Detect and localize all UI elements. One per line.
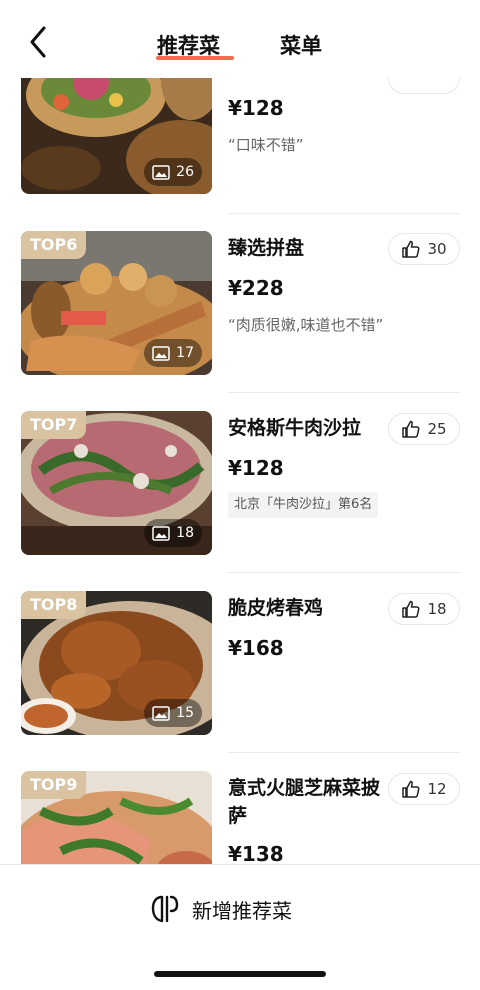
photo-count-value: 15 xyxy=(176,705,194,721)
back-arrow-icon[interactable] xyxy=(24,22,60,62)
image-icon xyxy=(152,705,170,721)
thumbs-up-icon xyxy=(402,240,420,258)
dish-item-top7[interactable]: TOP7 18 安格斯牛肉沙拉 25 ¥128 北京「牛肉沙拉」第6名 xyxy=(0,394,480,574)
image-icon xyxy=(152,164,170,180)
item-divider xyxy=(228,392,460,393)
recommend-dish-icon xyxy=(151,895,179,923)
image-icon xyxy=(152,345,170,361)
photo-count-value: 17 xyxy=(176,345,194,361)
item-divider xyxy=(228,572,460,573)
top-nav-bar: 推荐菜 菜单 xyxy=(0,0,480,78)
photo-count-value: 26 xyxy=(176,164,194,180)
photo-count-value: 18 xyxy=(176,525,194,541)
like-count: 18 xyxy=(427,600,447,618)
dish-item-top6[interactable]: TOP6 17 臻选拼盘 30 ¥228 “肉质很嫩,味道也不错” xyxy=(0,214,480,394)
photo-count: 26 xyxy=(144,158,202,186)
rank-badge: TOP9 xyxy=(21,771,87,799)
dish-price: ¥168 xyxy=(228,636,284,660)
add-recommended-dish-label: 新增推荐菜 xyxy=(192,898,292,923)
photo-count: 17 xyxy=(144,339,202,367)
rank-badge: TOP8 xyxy=(21,591,87,619)
item-divider xyxy=(228,752,460,753)
thumbs-up-icon xyxy=(402,420,420,438)
bottom-action-bar: 新增推荐菜 xyxy=(0,864,480,990)
dish-price: ¥128 xyxy=(228,456,284,480)
rank-badge: TOP6 xyxy=(21,231,87,259)
dish-item-top8[interactable]: TOP8 15 脆皮烤春鸡 18 ¥168 xyxy=(0,574,480,754)
thumbs-up-icon xyxy=(402,780,420,798)
dish-list[interactable]: 26 ¥128 “口味不错” TOP6 17 臻选拼盘 30 ¥228 “肉质很… xyxy=(0,0,480,990)
like-button[interactable]: 12 xyxy=(388,773,460,805)
dish-price: ¥138 xyxy=(228,842,284,866)
dish-price: ¥128 xyxy=(228,96,284,120)
active-tab-indicator xyxy=(156,56,234,60)
like-count: 12 xyxy=(427,780,447,798)
rank-badge: TOP7 xyxy=(21,411,87,439)
image-icon xyxy=(152,525,170,541)
dish-photo[interactable]: TOP8 15 xyxy=(21,591,212,735)
like-count: 25 xyxy=(427,420,447,438)
dish-name: 臻选拼盘 xyxy=(228,237,305,259)
thumbs-up-icon xyxy=(402,600,420,618)
like-count: 30 xyxy=(427,240,447,258)
like-button[interactable]: 25 xyxy=(388,413,460,445)
home-indicator[interactable] xyxy=(154,971,326,977)
like-button[interactable]: 30 xyxy=(388,233,460,265)
dish-photo[interactable]: TOP6 17 xyxy=(21,231,212,375)
photo-count: 18 xyxy=(144,519,202,547)
dish-photo[interactable]: TOP7 18 xyxy=(21,411,212,555)
dish-quote: “口味不错” xyxy=(228,136,304,154)
dish-name: 安格斯牛肉沙拉 xyxy=(228,417,362,439)
tab-menu[interactable]: 菜单 xyxy=(280,30,322,60)
like-button[interactable]: 18 xyxy=(388,593,460,625)
dish-quote: “肉质很嫩,味道也不错” xyxy=(228,316,384,334)
dish-name: 意式火腿芝麻菜披萨 xyxy=(228,777,381,827)
photo-count: 15 xyxy=(144,699,202,727)
dish-price: ¥228 xyxy=(228,276,284,300)
dish-name: 脆皮烤春鸡 xyxy=(228,597,324,619)
add-recommended-dish-button[interactable]: 新增推荐菜 xyxy=(150,889,292,929)
ranking-tag[interactable]: 北京「牛肉沙拉」第6名 xyxy=(228,492,379,518)
